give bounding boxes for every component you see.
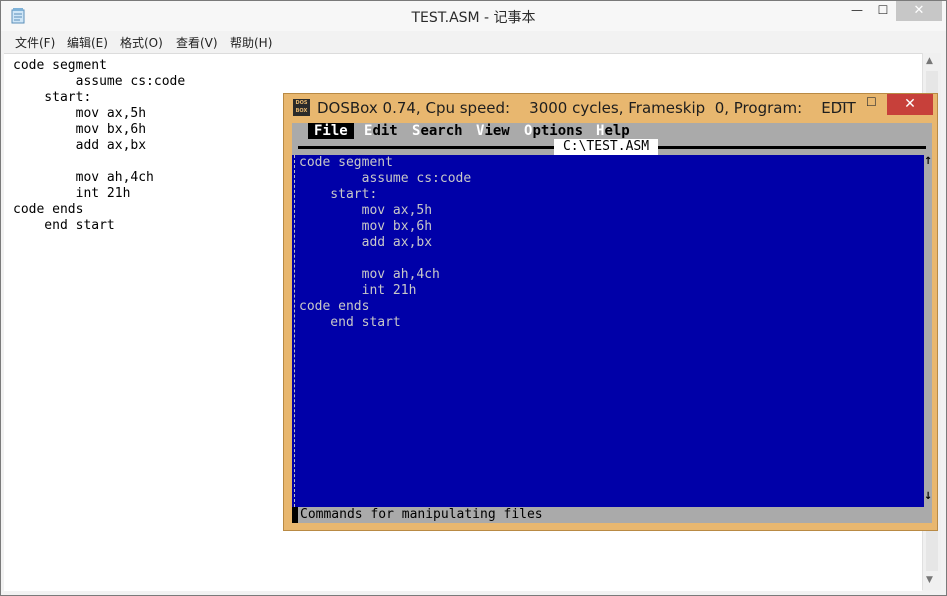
notepad-menu-bar: 文件(F) 编辑(E) 格式(O) 查看(V) 帮助(H)	[1, 31, 946, 53]
dosbox-app-icon: DOS BOX	[293, 99, 310, 116]
notepad-window-title: TEST.ASM - 记事本	[411, 10, 536, 26]
dos-menu-search[interactable]: Search	[412, 123, 463, 139]
dos-menu-edit[interactable]: Edit	[364, 123, 398, 139]
menu-edit[interactable]: 编辑(E)	[67, 34, 108, 51]
notepad-close-button[interactable]: ✕	[896, 1, 942, 21]
dos-filename: C:\TEST.ASM	[554, 139, 658, 155]
scroll-down-icon[interactable]: ▼	[926, 575, 933, 585]
dos-menu-options[interactable]: Options	[524, 123, 583, 139]
notepad-title-bar[interactable]: TEST.ASM - 记事本 — ☐ ✕	[1, 1, 946, 31]
dos-menu-view-label: iew	[484, 123, 510, 139]
dos-cursor-block	[292, 507, 298, 523]
menu-help[interactable]: 帮助(H)	[230, 34, 272, 51]
dos-vertical-scrollbar[interactable]: ↑ ↓	[924, 155, 932, 507]
dosbox-window-title: DOSBox 0.74, Cpu speed: 3000 cycles, Fra…	[317, 99, 856, 117]
dos-menu-view[interactable]: View	[476, 123, 510, 139]
dosbox-close-button[interactable]: ✕	[887, 94, 933, 115]
menu-format[interactable]: 格式(O)	[120, 34, 163, 51]
dos-scroll-up-icon[interactable]: ↑	[924, 156, 932, 167]
dos-status-text: Commands for manipulating files	[300, 507, 543, 522]
dos-document-title-row: C:\TEST.ASM	[292, 139, 932, 155]
dos-menu-search-label: earch	[420, 123, 463, 139]
dos-editor-content[interactable]: code segment assume cs:code start: mov a…	[299, 155, 471, 331]
dos-scroll-down-icon[interactable]: ↓	[924, 491, 932, 502]
dosbox-window: DOS BOX DOSBox 0.74, Cpu speed: 3000 cycl…	[283, 93, 938, 531]
dosbox-minimize-button[interactable]: —	[836, 95, 849, 110]
dos-status-bar: Commands for manipulating files	[292, 507, 932, 523]
dos-menu-file[interactable]: File	[308, 123, 354, 139]
dos-edit-screen[interactable]: File Edit Search View Options Help C:\TE…	[292, 123, 932, 523]
notepad-maximize-button[interactable]: ☐	[869, 3, 897, 25]
menu-view[interactable]: 查看(V)	[176, 34, 218, 51]
dos-menu-help[interactable]: Help	[596, 123, 630, 139]
dos-menu-help-label: elp	[604, 123, 630, 139]
dos-menu-options-label: ptions	[532, 123, 584, 139]
dos-left-border	[294, 155, 295, 507]
dos-menu-edit-label: dit	[372, 123, 398, 139]
dosbox-maximize-button[interactable]: ☐	[866, 95, 877, 109]
scroll-up-icon[interactable]: ▲	[926, 56, 933, 66]
notepad-minimize-button[interactable]: —	[843, 3, 871, 25]
notepad-content[interactable]: code segment assume cs:code start: mov a…	[13, 58, 185, 234]
dos-menu-bar: File Edit Search View Options Help	[292, 123, 932, 139]
menu-file[interactable]: 文件(F)	[15, 34, 55, 51]
